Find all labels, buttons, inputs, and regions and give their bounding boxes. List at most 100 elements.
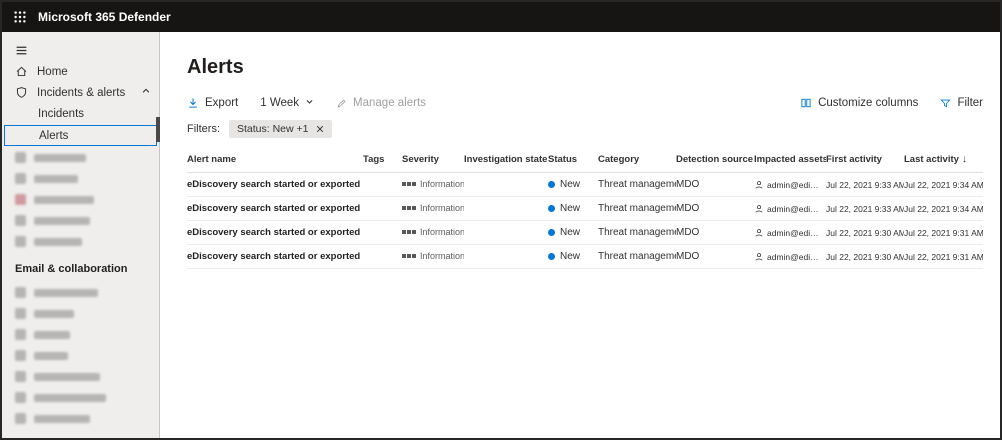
sidebar-item-redacted[interactable] [2,210,159,231]
redacted-label [34,196,94,204]
sidebar-item-alerts[interactable]: Alerts [4,125,157,146]
filters-label: Filters: [187,123,220,135]
first-activity-cell: Jul 22, 2021 9:30 AM [826,228,904,238]
user-icon [754,228,764,238]
chevron-up-icon [141,86,151,99]
customize-columns-label: Customize columns [818,97,918,109]
redacted-label [34,310,74,318]
status-new-dot-icon [548,205,555,212]
sidebar-item-redacted[interactable] [2,387,159,408]
close-icon[interactable] [316,125,324,133]
download-icon [187,97,199,109]
sidebar-item-incidents-alerts[interactable]: Incidents & alerts [2,82,159,103]
table-row[interactable]: eDiscovery search started or exported In… [187,245,983,269]
sidebar-item-label: Alerts [39,130,68,142]
hamburger-icon [15,44,28,57]
severity-informational-icon [402,230,416,234]
customize-columns-button[interactable]: Customize columns [800,97,918,109]
category-cell: Threat management [598,251,676,262]
redacted-label [34,415,90,423]
sidebar-item-redacted[interactable] [2,282,159,303]
sidebar-item-home[interactable]: Home [2,61,159,82]
table-row[interactable]: eDiscovery search started or exported In… [187,173,983,197]
alert-name-cell[interactable]: eDiscovery search started or exported [187,203,363,214]
category-cell: Threat management [598,227,676,238]
status-cell: New [548,227,598,238]
filter-chip-label: Status: New +1 [237,123,309,135]
sidebar-item-incidents[interactable]: Incidents [2,103,159,124]
sidebar-item-redacted[interactable] [2,189,159,210]
sidebar-scrollbar-thumb[interactable] [156,117,160,142]
incidents-alerts-icon [15,86,28,99]
sidebar-redacted-group-top [2,147,159,252]
manage-alerts-button[interactable]: Manage alerts [336,97,426,109]
command-bar: Export 1 Week Manage alerts [160,97,1000,115]
impacted-assets-cell: admin@ediscode... [754,228,826,238]
column-header-severity[interactable]: Severity [402,154,464,165]
category-cell: Threat management [598,179,676,190]
sidebar-item-redacted[interactable] [2,345,159,366]
impacted-assets-cell: admin@ediscode... [754,204,826,214]
redacted-label [34,352,68,360]
first-activity-cell: Jul 22, 2021 9:33 AM [826,204,904,214]
sidebar-section-email-collaboration: Email & collaboration [2,252,159,282]
column-header-last-activity[interactable]: Last activity↓ [904,154,983,165]
column-header-impacted-assets[interactable]: Impacted assets [754,154,826,165]
column-header-status[interactable]: Status [548,154,598,165]
columns-icon [800,97,812,109]
sidebar-item-redacted[interactable] [2,168,159,189]
export-label: Export [205,97,238,109]
impacted-assets-cell: admin@ediscode... [754,252,826,262]
sidebar-item-redacted[interactable] [2,408,159,429]
redacted-icon [15,215,26,226]
redacted-icon [15,236,26,247]
alert-name-cell[interactable]: eDiscovery search started or exported [187,227,363,238]
column-header-tags[interactable]: Tags [363,154,402,165]
home-icon [15,65,28,78]
table-row[interactable]: eDiscovery search started or exported In… [187,221,983,245]
severity-cell: Informational [402,227,464,238]
alert-name-cell[interactable]: eDiscovery search started or exported [187,251,363,262]
last-activity-cell: Jul 22, 2021 9:34 AM [904,204,983,214]
sidebar-item-redacted[interactable] [2,324,159,345]
waffle-icon [13,10,27,24]
first-activity-cell: Jul 22, 2021 9:33 AM [826,180,904,190]
status-filter-chip[interactable]: Status: New +1 [229,120,332,138]
column-header-category[interactable]: Category [598,154,676,165]
status-cell: New [548,251,598,262]
app-window: Microsoft 365 Defender Home Incidents & … [0,0,1002,440]
sidebar-item-label: Incidents & alerts [37,87,125,99]
export-button[interactable]: Export [187,97,238,109]
redacted-label [34,217,90,225]
category-cell: Threat management [598,203,676,214]
status-cell: New [548,203,598,214]
sidebar-item-label: Incidents [38,108,84,120]
column-header-alert-name[interactable]: Alert name [187,154,363,165]
sidebar-item-label: Home [37,66,68,78]
column-header-investigation-state[interactable]: Investigation state [464,154,548,165]
sidebar-item-redacted[interactable] [2,303,159,324]
sidebar-item-redacted[interactable] [2,231,159,252]
sidebar-item-redacted[interactable] [2,366,159,387]
last-activity-cell: Jul 22, 2021 9:34 AM [904,180,983,190]
status-cell: New [548,179,598,190]
column-header-detection-source[interactable]: Detection source [676,154,754,165]
table-row[interactable]: eDiscovery search started or exported In… [187,197,983,221]
redacted-label [34,238,82,246]
column-header-first-activity[interactable]: First activity [826,154,904,165]
table-body: eDiscovery search started or exported In… [187,173,983,269]
redacted-label [34,289,98,297]
app-launcher-button[interactable] [2,2,38,32]
sidebar-collapse-button[interactable] [2,40,159,61]
sidebar-item-redacted[interactable] [2,147,159,168]
last-activity-cell: Jul 22, 2021 9:31 AM [904,252,983,262]
time-range-dropdown[interactable]: 1 Week [260,97,314,109]
user-icon [754,252,764,262]
redacted-icon [15,329,26,340]
manage-alerts-label: Manage alerts [353,97,426,109]
redacted-label [34,373,100,381]
detection-source-cell: MDO [676,251,754,262]
alert-name-cell[interactable]: eDiscovery search started or exported [187,179,363,190]
severity-informational-icon [402,182,416,186]
filter-button[interactable]: Filter [940,97,983,109]
